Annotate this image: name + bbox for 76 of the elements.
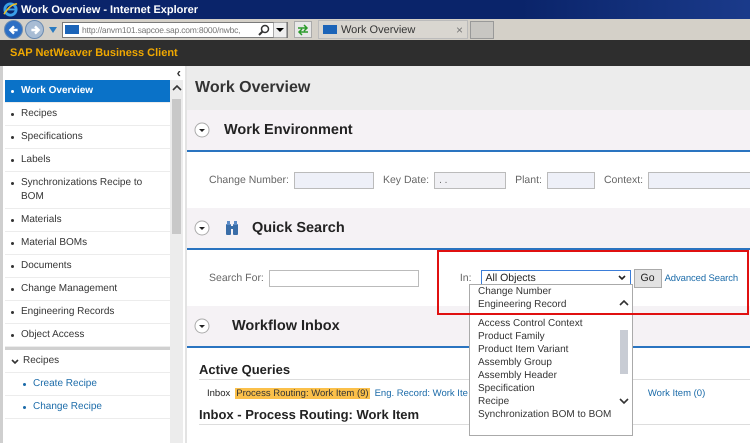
field-label: In: — [460, 272, 472, 284]
field-label: Context: — [604, 174, 644, 186]
refresh-arrows-icon — [297, 24, 309, 36]
window-title: Work Overview - Internet Explorer — [21, 4, 198, 16]
site-icon — [65, 25, 79, 34]
dropdown-option[interactable]: Change Number — [478, 285, 617, 298]
dropdown-caret-icon[interactable] — [273, 22, 287, 38]
scroll-up-icon[interactable] — [619, 299, 629, 306]
field-label: Search For: — [209, 272, 264, 284]
input-field[interactable] — [648, 172, 750, 188]
scrollbar[interactable] — [170, 80, 183, 443]
app-title: SAP NetWeaver Business Client — [10, 47, 178, 59]
query-link[interactable]: Eng. Record: Work Ite — [374, 388, 468, 399]
scroll-thumb[interactable] — [620, 330, 628, 374]
bullet-icon — [11, 90, 14, 93]
input-field[interactable] — [294, 172, 374, 188]
go-button[interactable]: Go — [634, 268, 662, 288]
bullet-icon — [11, 334, 14, 337]
browser-tab[interactable]: Work Overview × — [318, 20, 468, 39]
advanced-search-link[interactable]: Advanced Search — [664, 272, 738, 284]
address-text: http://anvm101.sapcoe.sap.com:8000/nwbc, — [82, 24, 242, 34]
search-icon[interactable] — [258, 24, 270, 36]
dropdown-option[interactable]: Specification — [478, 382, 617, 395]
address-bar[interactable]: http://anvm101.sapcoe.sap.com:8000/nwbc, — [62, 22, 288, 38]
bullet-icon — [11, 219, 14, 222]
section-title: Work Environment — [224, 122, 353, 138]
new-tab-button[interactable] — [470, 20, 494, 38]
dropdown-option[interactable]: Assembly Group — [478, 356, 617, 369]
bullet-icon — [11, 288, 14, 291]
back-button[interactable] — [4, 20, 23, 39]
input-field[interactable] — [546, 172, 595, 188]
dropdown-option[interactable]: Assembly Header — [478, 369, 617, 382]
scroll-up-icon[interactable] — [172, 84, 182, 91]
collapse-button[interactable]: ‹ — [176, 67, 181, 79]
query-link[interactable]: Process Routing: Work Item (9) — [235, 388, 370, 399]
tab-title: Work Overview — [341, 24, 416, 36]
section-title: Workflow Inbox — [232, 318, 340, 334]
dropdown-option[interactable]: Engineering Record — [478, 298, 617, 311]
forward-button[interactable] — [25, 20, 44, 39]
input-field[interactable]: . . — [434, 172, 506, 188]
bullet-icon — [11, 265, 14, 268]
inbox-label: Inbox — [207, 388, 230, 399]
chevron-icon — [618, 275, 626, 281]
bullet-icon — [23, 383, 26, 386]
bullet-icon — [11, 136, 14, 139]
site-icon — [323, 25, 337, 34]
forward-arrow-icon — [28, 24, 40, 36]
refresh-button[interactable] — [294, 21, 312, 38]
sidebar-item[interactable]: Work Overview — [5, 80, 170, 103]
scroll-down-icon[interactable] — [619, 398, 629, 405]
page-title: Work Overview — [195, 79, 310, 97]
field-label: Key Date: — [382, 174, 430, 186]
dropdown-option[interactable]: Recipe — [478, 395, 617, 408]
back-arrow-icon — [8, 24, 20, 36]
scroll-thumb[interactable] — [172, 99, 181, 234]
browser-logo-icon — [3, 2, 18, 17]
bullet-icon — [11, 311, 14, 314]
query-link[interactable]: Work Item (0) — [648, 388, 706, 399]
dropdown-option[interactable]: Synchronization BOM to BOM — [478, 408, 617, 421]
collapse-toggle-icon[interactable] — [194, 220, 210, 236]
bullet-icon — [11, 159, 14, 162]
collapse-toggle-icon[interactable] — [194, 318, 210, 334]
bullet-icon — [11, 113, 14, 116]
dropdown-option[interactable]: Access Control Context — [478, 317, 617, 330]
section-title: Quick Search — [252, 220, 345, 236]
field-label: Change Number: — [209, 174, 289, 186]
chevron-icon — [11, 359, 19, 365]
binoculars-icon — [226, 221, 238, 235]
dropdown-option[interactable]: Product Item Variant — [478, 343, 617, 356]
bullet-icon — [11, 242, 14, 245]
bullet-icon — [23, 406, 26, 409]
collapse-toggle-icon[interactable] — [194, 122, 210, 138]
field-label: Plant: — [515, 174, 542, 186]
dropdown-option[interactable]: Product Family — [478, 330, 617, 343]
search-field[interactable] — [268, 270, 419, 286]
bullet-icon — [11, 182, 14, 185]
